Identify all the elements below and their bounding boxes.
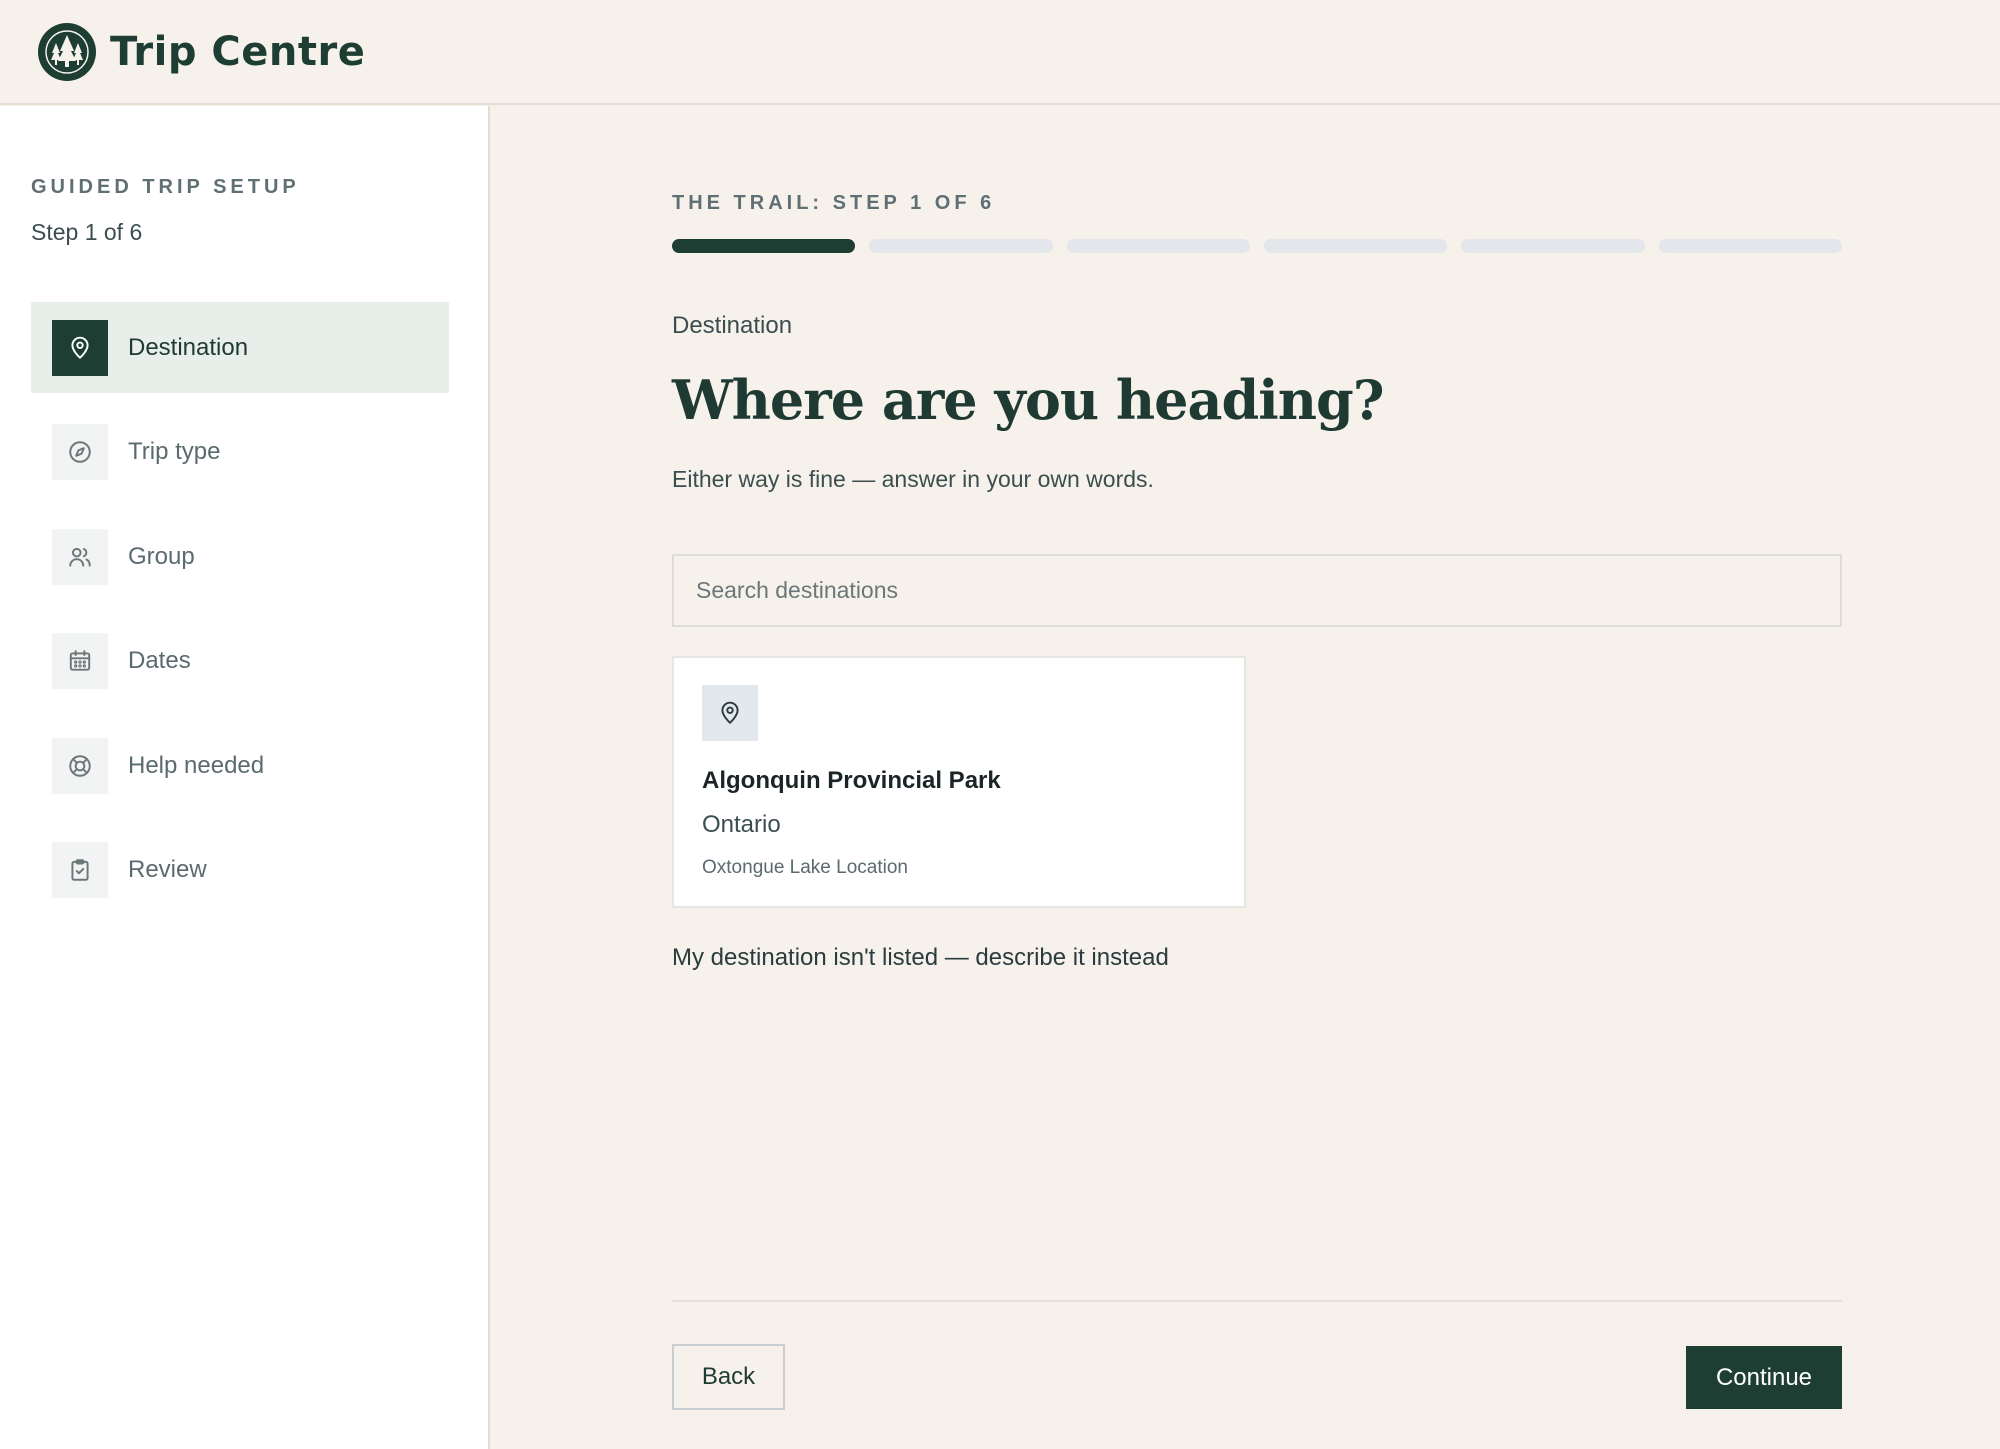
users-icon — [52, 528, 108, 585]
trail-step-label: THE TRAIL: STEP 1 OF 6 — [672, 192, 996, 214]
describe-destination-link[interactable]: My destination isn't listed — describe i… — [672, 944, 1169, 972]
progress-segment — [1066, 239, 1250, 253]
sidebar-item-dates[interactable]: Dates — [31, 616, 449, 707]
page-title: Where are you heading? — [672, 368, 1384, 432]
sidebar-kicker: GUIDED TRIP SETUP — [31, 176, 300, 198]
app-header: Trip Centre — [0, 0, 2000, 105]
sidebar-item-label: Dates — [128, 647, 191, 674]
sidebar: GUIDED TRIP SETUP Step 1 of 6 Destinatio… — [0, 106, 490, 1449]
calendar-icon — [52, 633, 108, 689]
destination-card[interactable]: Algonquin Provincial Park Ontario Oxtong… — [672, 656, 1246, 908]
progress-segment — [1658, 239, 1842, 253]
compass-icon — [52, 424, 108, 480]
sidebar-item-label: Trip type — [128, 438, 221, 465]
progress-segment-complete — [672, 239, 856, 253]
map-pin-icon — [52, 319, 108, 376]
sidebar-item-trip-type[interactable]: Trip type — [31, 407, 449, 498]
sidebar-item-help-needed[interactable]: Help needed — [31, 720, 449, 811]
progress-segment — [869, 239, 1053, 253]
sidebar-item-review[interactable]: Review — [31, 825, 449, 916]
sidebar-item-group[interactable]: Group — [31, 511, 449, 602]
sidebar-item-destination[interactable]: Destination — [31, 302, 449, 393]
sidebar-item-label: Destination — [128, 333, 249, 361]
pine-trees-icon[interactable] — [38, 22, 96, 81]
sidebar-item-label: Help needed — [128, 751, 265, 779]
progress-bar — [672, 239, 1842, 253]
continue-button[interactable]: Continue — [1686, 1346, 1842, 1409]
sidebar-step-count: Step 1 of 6 — [31, 219, 143, 245]
search-input[interactable] — [672, 554, 1842, 627]
lifebuoy-icon — [52, 737, 108, 794]
destination-location: Oxtongue Lake Location — [702, 857, 908, 878]
map-pin-icon — [702, 685, 758, 741]
sidebar-item-label: Group — [128, 542, 195, 570]
page-subtitle: Either way is fine — answer in your own … — [672, 466, 1154, 492]
brand-name[interactable]: Trip Centre — [110, 29, 365, 75]
step-nav: Destination Trip type Group Dates Help n… — [31, 302, 488, 916]
progress-segment — [1263, 239, 1448, 253]
sidebar-item-label: Review — [128, 856, 207, 883]
footer-divider — [672, 1300, 1842, 1302]
progress-segment — [1461, 239, 1645, 253]
clipboard-check-icon — [52, 842, 108, 898]
destination-name: Algonquin Provincial Park — [702, 767, 1001, 794]
destination-region: Ontario — [702, 811, 781, 838]
back-button[interactable]: Back — [672, 1344, 785, 1410]
section-label: Destination — [672, 312, 793, 339]
